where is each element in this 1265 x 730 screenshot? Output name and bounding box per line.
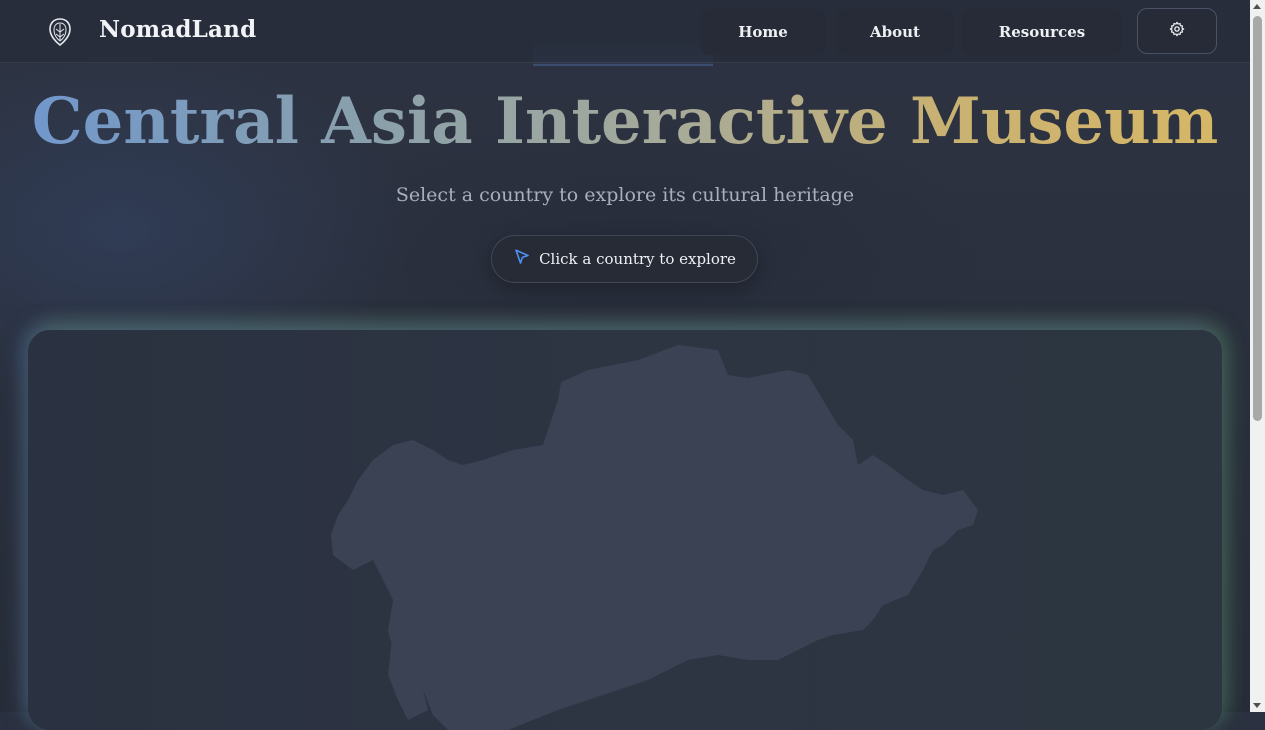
settings-button[interactable] — [1137, 8, 1217, 54]
nav-about-link[interactable]: About — [836, 9, 954, 55]
explore-hint-button[interactable]: Click a country to explore — [491, 235, 758, 283]
page-subtitle: Select a country to explore its cultural… — [395, 184, 855, 206]
central-asia-map — [331, 345, 978, 730]
explore-hint-label: Click a country to explore — [539, 250, 736, 268]
top-navbar: NomadLand Home About Resources — [0, 0, 1250, 66]
shield-leaf-icon[interactable] — [47, 18, 73, 47]
brand-name[interactable]: NomadLand — [99, 16, 256, 43]
nav-resources-link[interactable]: Resources — [962, 9, 1122, 55]
nav-active-indicator — [533, 36, 713, 66]
scroll-thumb[interactable] — [1253, 16, 1262, 421]
scroll-up-arrow-icon[interactable] — [1253, 4, 1261, 9]
gear-icon — [1169, 21, 1185, 41]
page-title: Central Asia Interactive Museum — [0, 84, 1250, 159]
map-panel — [28, 330, 1222, 730]
page-scrollbar[interactable] — [1250, 0, 1265, 712]
nav-home-link[interactable]: Home — [700, 9, 826, 55]
scroll-down-arrow-icon[interactable] — [1253, 703, 1261, 708]
cursor-arrow-icon — [513, 248, 531, 270]
